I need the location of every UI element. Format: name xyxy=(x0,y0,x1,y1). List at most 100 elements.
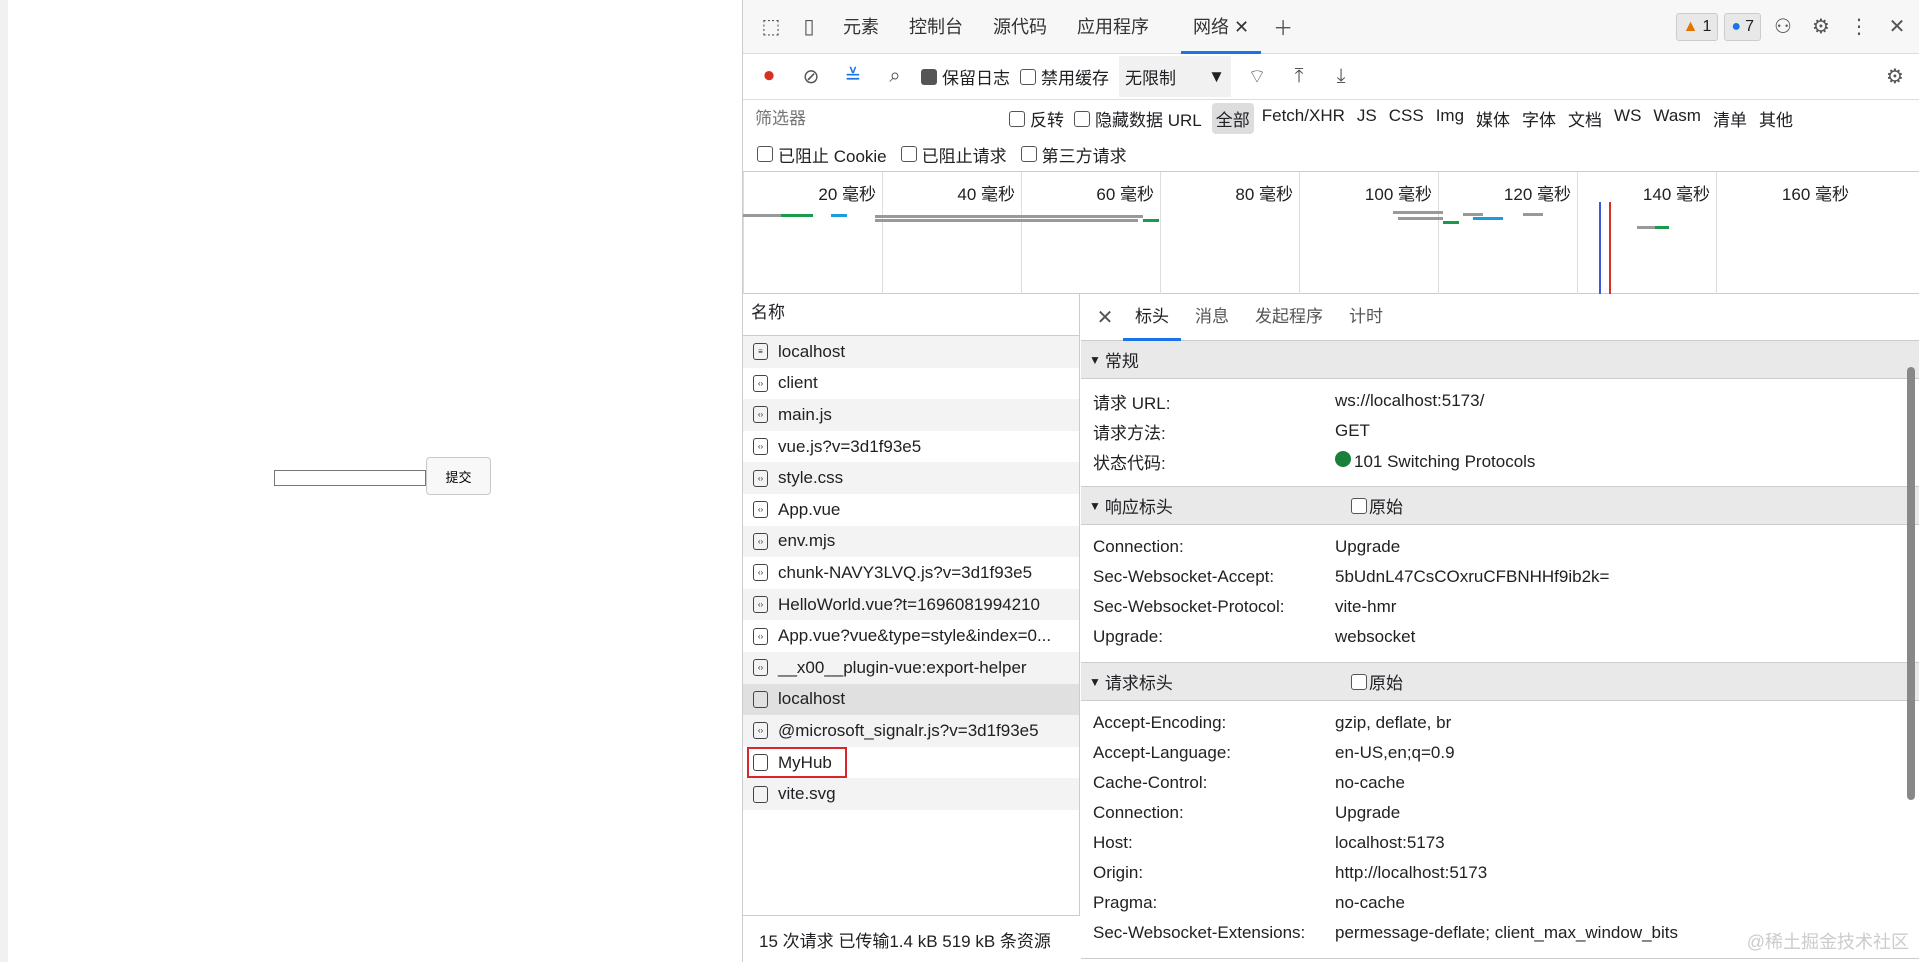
request-row[interactable]: ‹› main.js xyxy=(743,399,1079,431)
filter-input[interactable] xyxy=(749,104,999,133)
customize-icon[interactable]: ⚇ xyxy=(1767,11,1799,43)
tab-network-label: 网络 xyxy=(1193,16,1229,37)
clear-icon[interactable]: ⊘ xyxy=(795,61,827,93)
request-row[interactable]: ‹› style.css xyxy=(743,462,1079,494)
third-party-checkbox[interactable]: 第三方请求 xyxy=(1020,142,1127,167)
close-detail-icon[interactable]: ✕ xyxy=(1089,301,1121,333)
device-toggle-icon[interactable]: ▯ xyxy=(793,11,825,43)
tab-messages[interactable]: 消息 xyxy=(1183,294,1241,341)
waterfall-bar xyxy=(875,219,1138,222)
header-value-text: en-US,en;q=0.9 xyxy=(1335,743,1455,762)
filter-type-3[interactable]: CSS xyxy=(1385,103,1428,134)
filter-type-5[interactable]: 媒体 xyxy=(1472,103,1514,134)
request-row[interactable]: ‹› @microsoft_signalr.js?v=3d1f93e5 xyxy=(743,715,1079,747)
scrollbar[interactable] xyxy=(1907,367,1915,800)
timeline-tick-label: 60 毫秒 xyxy=(1096,185,1154,204)
filter-type-4[interactable]: Img xyxy=(1432,103,1468,134)
export-har-icon[interactable]: ⤓ xyxy=(1325,61,1357,93)
tab-elements[interactable]: 元素 xyxy=(831,0,891,54)
request-row[interactable]: localhost xyxy=(743,683,1079,716)
blocked-requests-checkbox[interactable]: 已阻止请求 xyxy=(900,142,1007,167)
messages-badge[interactable]: ● 7 xyxy=(1724,12,1761,41)
request-row[interactable]: MyHub xyxy=(743,747,1079,779)
import-har-icon[interactable]: ⤒ xyxy=(1283,61,1315,93)
section-response[interactable]: ▼ 响应标头 原始 xyxy=(1081,487,1919,525)
request-row[interactable]: ‹› client xyxy=(743,368,1079,400)
throttle-select[interactable]: 无限制 ▼ xyxy=(1119,56,1231,97)
tab-sources[interactable]: 源代码 xyxy=(981,0,1059,54)
section-general[interactable]: ▼ 常规 xyxy=(1081,341,1919,379)
header-name: Connection: xyxy=(1093,803,1184,822)
request-detail: ✕ 标头 消息 发起程序 计时 ▼ 常规 请求 URL: ws://localhost… xyxy=(1081,294,1919,962)
filter-type-6[interactable]: 字体 xyxy=(1518,103,1560,134)
script-icon: ‹› xyxy=(753,627,768,645)
filter-type-9[interactable]: Wasm xyxy=(1649,103,1705,134)
document-icon: ≡ xyxy=(753,343,768,361)
blocked-cookie-checkbox[interactable]: 已阻止 Cookie xyxy=(757,142,887,167)
header-value-text: GET xyxy=(1335,421,1370,440)
request-name: style.css xyxy=(778,468,844,488)
add-tab-icon[interactable]: ＋ xyxy=(1267,11,1299,43)
header-value: GET xyxy=(1335,421,1370,441)
close-devtools-icon[interactable]: ✕ xyxy=(1881,11,1913,43)
tab-timing[interactable]: 计时 xyxy=(1337,294,1395,341)
network-overview-timeline[interactable]: 20 毫秒 40 毫秒 60 毫秒 80 毫秒 100 毫秒 120 毫秒 140 毫秒 16… xyxy=(743,172,1919,294)
request-row[interactable]: ≡ localhost xyxy=(743,336,1079,368)
websocket-icon xyxy=(753,690,768,708)
filter-type-11[interactable]: 其他 xyxy=(1755,103,1797,134)
filter-icon[interactable]: ≚ xyxy=(837,61,869,93)
tab-console[interactable]: 控制台 xyxy=(897,0,975,54)
request-row[interactable]: ‹› App.vue?vue&type=style&index=0... xyxy=(743,620,1079,652)
hide-data-url-checkbox[interactable]: 隐藏数据 URL xyxy=(1074,106,1202,131)
network-settings-icon[interactable]: ⚙ xyxy=(1879,61,1911,93)
raw-checkbox[interactable]: 原始 xyxy=(1351,669,1403,694)
tab-application[interactable]: 应用程序 xyxy=(1065,0,1161,54)
text-input[interactable] xyxy=(274,470,426,486)
more-icon[interactable]: ⋮ xyxy=(1843,11,1875,43)
header-value-text: vite-hmr xyxy=(1335,597,1397,616)
disable-cache-checkbox[interactable]: 禁用缓存 xyxy=(1020,64,1109,89)
header-name: Pragma: xyxy=(1093,893,1158,912)
settings-icon[interactable]: ⚙ xyxy=(1805,11,1837,43)
close-tab-icon[interactable]: ✕ xyxy=(1234,17,1249,37)
record-stop-icon[interactable]: ⏺ xyxy=(753,61,785,93)
warnings-count: 1 xyxy=(1702,17,1712,35)
tab-network[interactable]: 网络 ✕ xyxy=(1181,0,1262,54)
request-row[interactable]: ‹› HelloWorld.vue?t=1696081994210 xyxy=(743,588,1079,621)
filter-type-0[interactable]: 全部 xyxy=(1211,103,1254,134)
header-value: ws://localhost:5173/ xyxy=(1335,391,1484,411)
filter-type-8[interactable]: WS xyxy=(1610,103,1645,134)
request-row[interactable]: ‹› env.mjs xyxy=(743,525,1079,558)
request-row[interactable]: ‹› chunk-NAVY3LVQ.js?v=3d1f93e5 xyxy=(743,557,1079,589)
network-conditions-icon[interactable]: ⌔ xyxy=(1241,61,1273,93)
hide-data-url-label: 隐藏数据 URL xyxy=(1095,111,1202,130)
inspect-icon[interactable]: ⬚ xyxy=(755,11,787,43)
invert-checkbox[interactable]: 反转 xyxy=(1009,106,1064,131)
filter-type-2[interactable]: JS xyxy=(1353,103,1381,134)
submit-button[interactable]: 提交 xyxy=(426,457,491,495)
warnings-badge[interactable]: ▲ 1 xyxy=(1675,12,1719,41)
filter-type-10[interactable]: 清单 xyxy=(1709,103,1751,134)
section-title: 响应标头 xyxy=(1104,498,1173,517)
waterfall-bar xyxy=(1523,213,1543,216)
script-icon: ‹› xyxy=(753,722,768,740)
tab-headers[interactable]: 标头 xyxy=(1123,294,1181,341)
request-name: @microsoft_signalr.js?v=3d1f93e5 xyxy=(778,720,1039,740)
filter-type-7[interactable]: 文档 xyxy=(1564,103,1606,134)
request-row[interactable]: ‹› __x00__plugin-vue:export-helper xyxy=(743,651,1079,684)
request-row[interactable]: vite.svg xyxy=(743,778,1079,810)
preserve-log-checkbox[interactable]: 保留日志 xyxy=(921,64,1010,89)
raw-checkbox[interactable]: 原始 xyxy=(1351,493,1403,518)
header-name: Origin: xyxy=(1093,863,1144,882)
waterfall-bar xyxy=(1655,226,1669,229)
request-row[interactable]: ‹› vue.js?v=3d1f93e5 xyxy=(743,431,1079,463)
filter-type-1[interactable]: Fetch/XHR xyxy=(1258,103,1349,134)
web-page: 提交 xyxy=(0,0,742,962)
request-row[interactable]: ‹› App.vue xyxy=(743,494,1079,526)
tab-initiator[interactable]: 发起程序 xyxy=(1243,294,1335,341)
script-icon: ‹› xyxy=(753,596,768,614)
header-row: 请求方法: GET xyxy=(1081,416,1919,446)
name-column-header[interactable]: 名称 xyxy=(743,294,1079,336)
search-icon[interactable]: ⌕ xyxy=(879,61,911,93)
section-request[interactable]: ▼ 请求标头 原始 xyxy=(1081,663,1919,701)
